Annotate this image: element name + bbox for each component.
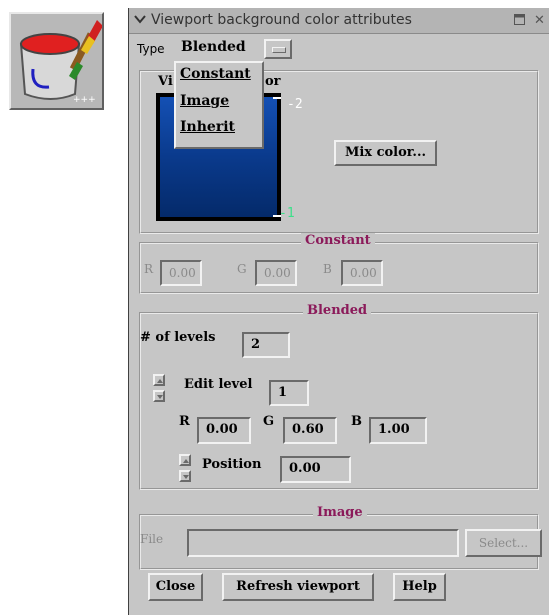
blended-b-field[interactable]: 1.00 [369, 417, 427, 444]
menu-item-constant[interactable]: Constant [180, 66, 251, 82]
constant-title: Constant [301, 233, 375, 248]
viewport-color-label-end: or [265, 74, 281, 89]
type-value[interactable]: Blended [181, 39, 246, 55]
close-button[interactable]: Close [148, 573, 203, 601]
menu-item-image[interactable]: Image [180, 93, 229, 109]
file-field[interactable] [187, 529, 459, 557]
levels-label: # of levels [140, 330, 216, 345]
position-down-arrow[interactable] [179, 470, 191, 482]
position-up-arrow[interactable] [179, 454, 191, 466]
arrow-up-icon [157, 379, 163, 383]
blended-r-label: R [179, 414, 190, 429]
type-option-button[interactable] [264, 39, 292, 59]
position-field[interactable]: 0.00 [280, 456, 351, 483]
constant-b-field[interactable]: 0.00 [341, 260, 383, 286]
type-dropdown-menu[interactable]: Constant Image Inherit [174, 61, 264, 149]
titlebar[interactable]: Viewport background color attributes ✕ [129, 8, 549, 34]
gradient-bottom-label: -1 [279, 206, 295, 221]
level-up-arrow[interactable] [153, 374, 165, 386]
constant-g-field[interactable]: 0.00 [255, 260, 297, 286]
mix-color-button[interactable]: Mix color... [334, 140, 437, 166]
blended-b-label: B [351, 414, 362, 429]
blended-r-field[interactable]: 0.00 [197, 417, 251, 444]
top-marker [273, 97, 281, 99]
image-title: Image [313, 505, 367, 520]
chevron-down-icon[interactable] [134, 13, 146, 25]
type-label: Type [137, 42, 165, 56]
option-menu-icon [272, 47, 286, 53]
constant-r-label: R [144, 262, 154, 276]
gradient-top-label: -2 [287, 97, 303, 112]
constant-b-label: B [323, 262, 332, 276]
blended-g-label: G [263, 414, 275, 429]
edit-level-label: Edit level [184, 377, 253, 392]
help-button[interactable]: Help [393, 573, 446, 601]
refresh-viewport-button[interactable]: Refresh viewport [222, 573, 374, 601]
arrow-down-icon [183, 475, 189, 479]
file-label: File [140, 532, 164, 546]
viewport-bg-window: Viewport background color attributes ✕ T… [128, 8, 549, 615]
paint-bucket-brush-icon[interactable]: +++ [9, 12, 104, 110]
select-file-button[interactable]: Select... [465, 529, 542, 557]
level-down-arrow[interactable] [153, 390, 165, 402]
menu-item-inherit[interactable]: Inherit [180, 119, 235, 135]
arrow-up-icon [183, 459, 189, 463]
window-title: Viewport background color attributes [151, 12, 412, 28]
viewport-color-label-start: Vi [158, 74, 173, 89]
edit-level-field[interactable]: 1 [269, 380, 309, 406]
position-label: Position [202, 457, 262, 472]
blended-title: Blended [303, 303, 372, 318]
constant-g-label: G [237, 262, 247, 276]
levels-field[interactable]: 2 [242, 332, 290, 358]
maximize-icon[interactable] [514, 14, 525, 25]
blended-g-field[interactable]: 0.60 [283, 417, 337, 444]
svg-text:+++: +++ [73, 95, 96, 105]
arrow-down-icon [157, 395, 163, 399]
close-icon[interactable]: ✕ [534, 13, 545, 28]
constant-r-field[interactable]: 0.00 [160, 260, 202, 286]
